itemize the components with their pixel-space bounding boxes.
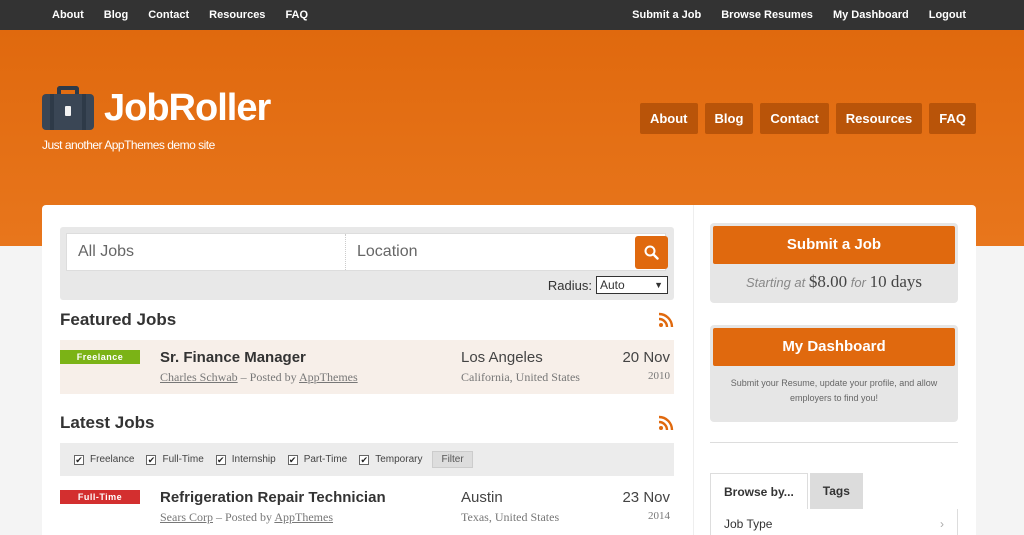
top-nav-right: Submit a Job Browse Resumes My Dashboard… <box>622 0 976 30</box>
header-nav-about[interactable]: About <box>639 103 698 134</box>
top-nav-about[interactable]: About <box>42 0 94 30</box>
top-nav-blog[interactable]: Blog <box>94 0 138 30</box>
job-city: Austin <box>461 489 503 506</box>
site-tagline: Just another AppThemes demo site <box>42 138 215 152</box>
top-nav-left: About Blog Contact Resources FAQ <box>42 0 318 30</box>
job-search-panel: All Jobs Location Radius: Auto ▼ <box>60 227 674 300</box>
rss-icon[interactable] <box>658 312 674 328</box>
submit-job-button[interactable]: Submit a Job <box>713 226 955 264</box>
main-column: All Jobs Location Radius: Auto ▼ Featured… <box>60 227 674 534</box>
submit-job-panel: Submit a Job Starting at $8.00 for 10 da… <box>710 223 958 303</box>
radius-label: Radius: <box>547 277 592 293</box>
checkbox-checked-icon[interactable]: ✔ <box>215 454 226 465</box>
poster-link[interactable]: AppThemes <box>299 370 358 384</box>
company-link[interactable]: Sears Corp <box>160 510 213 524</box>
filter-temporary[interactable]: ✔ Temporary <box>359 454 422 465</box>
job-row[interactable]: Freelance Sr. Finance Manager Charles Sc… <box>60 340 674 394</box>
header-nav-blog[interactable]: Blog <box>704 103 754 134</box>
header-nav-resources[interactable]: Resources <box>835 103 923 134</box>
my-dashboard-button[interactable]: My Dashboard <box>713 328 955 366</box>
job-type-filters: ✔ Freelance ✔ Full-Time ✔ Internship ✔ Part-… <box>60 443 674 476</box>
filter-button[interactable]: Filter <box>432 451 473 468</box>
radius-select[interactable]: Auto ▼ <box>596 276 668 294</box>
dropdown-arrow-icon: ▼ <box>654 280 663 290</box>
dashboard-description: Submit your Resume, update your profile,… <box>730 378 938 403</box>
site-name: JobRoller <box>104 87 271 129</box>
top-bar: About Blog Contact Resources FAQ Submit … <box>0 0 1024 30</box>
job-region: Texas, United States <box>461 510 560 524</box>
job-city: Los Angeles <box>461 349 543 366</box>
top-nav-faq[interactable]: FAQ <box>275 0 318 30</box>
content-card: All Jobs Location Radius: Auto ▼ Featured… <box>42 205 976 535</box>
checkbox-checked-icon[interactable]: ✔ <box>146 454 157 465</box>
job-meta: Sears Corp – Posted by AppThemes <box>160 510 333 524</box>
poster-link[interactable]: AppThemes <box>274 510 333 524</box>
job-year: 2014 <box>648 510 670 522</box>
location-input[interactable]: Location <box>346 234 665 270</box>
briefcase-icon <box>42 86 94 130</box>
latest-jobs-header: Latest Jobs <box>60 403 674 443</box>
featured-jobs-header: Featured Jobs <box>60 300 674 340</box>
checkbox-checked-icon[interactable]: ✔ <box>287 454 298 465</box>
filter-internship[interactable]: ✔ Internship <box>215 454 276 465</box>
top-nav-browse-resumes[interactable]: Browse Resumes <box>711 0 823 30</box>
rss-icon[interactable] <box>658 415 674 431</box>
top-nav-contact[interactable]: Contact <box>138 0 199 30</box>
top-nav-resources[interactable]: Resources <box>199 0 275 30</box>
keyword-input[interactable]: All Jobs <box>67 234 346 270</box>
job-meta: Charles Schwab – Posted by AppThemes <box>160 370 358 384</box>
radius-control: Radius: Auto ▼ <box>548 276 668 294</box>
chevron-right-icon: › <box>940 516 944 531</box>
browse-item-job-type[interactable]: Job Type › <box>710 509 958 535</box>
tab-browse-by[interactable]: Browse by... <box>710 473 808 509</box>
filter-full-time[interactable]: ✔ Full-Time <box>146 454 204 465</box>
company-link[interactable]: Charles Schwab <box>160 370 238 384</box>
job-type-badge: Freelance <box>60 350 140 364</box>
job-year: 2010 <box>648 370 670 382</box>
job-date: 20 Nov <box>622 349 670 366</box>
job-date: 23 Nov <box>622 489 670 506</box>
column-divider <box>693 205 694 535</box>
header-nav-faq[interactable]: FAQ <box>929 103 976 134</box>
checkbox-checked-icon[interactable]: ✔ <box>74 454 84 465</box>
header-nav: About Blog Contact Resources FAQ <box>639 103 976 134</box>
job-title[interactable]: Refrigeration Repair Technician <box>160 489 386 506</box>
filter-part-time[interactable]: ✔ Part-Time <box>287 454 347 465</box>
search-box: All Jobs Location <box>66 233 666 271</box>
job-price-info: Starting at $8.00 for 10 days <box>746 272 922 291</box>
search-button[interactable] <box>635 236 668 269</box>
job-row[interactable]: Full-Time Refrigeration Repair Technicia… <box>60 480 674 534</box>
sidebar: Submit a Job Starting at $8.00 for 10 da… <box>710 223 958 535</box>
browse-item-label: Job Type <box>724 516 773 531</box>
featured-jobs-title: Featured Jobs <box>60 310 177 329</box>
job-type-badge: Full-Time <box>60 490 140 504</box>
top-nav-my-dashboard[interactable]: My Dashboard <box>823 0 919 30</box>
search-icon <box>644 245 659 260</box>
job-title[interactable]: Sr. Finance Manager <box>160 349 306 366</box>
latest-jobs-title: Latest Jobs <box>60 413 155 432</box>
header-nav-contact[interactable]: Contact <box>760 103 829 134</box>
sidebar-divider <box>710 442 958 443</box>
top-nav-logout[interactable]: Logout <box>919 0 976 30</box>
filter-freelance[interactable]: ✔ Freelance <box>74 454 134 465</box>
job-region: California, United States <box>461 370 580 384</box>
tab-tags[interactable]: Tags <box>809 473 863 509</box>
checkbox-checked-icon[interactable]: ✔ <box>359 454 370 465</box>
browse-tabs: Browse by... Tags <box>710 473 958 509</box>
dashboard-panel: My Dashboard Submit your Resume, update … <box>710 325 958 422</box>
site-logo[interactable]: JobRoller <box>42 86 271 130</box>
top-nav-submit-job[interactable]: Submit a Job <box>622 0 711 30</box>
